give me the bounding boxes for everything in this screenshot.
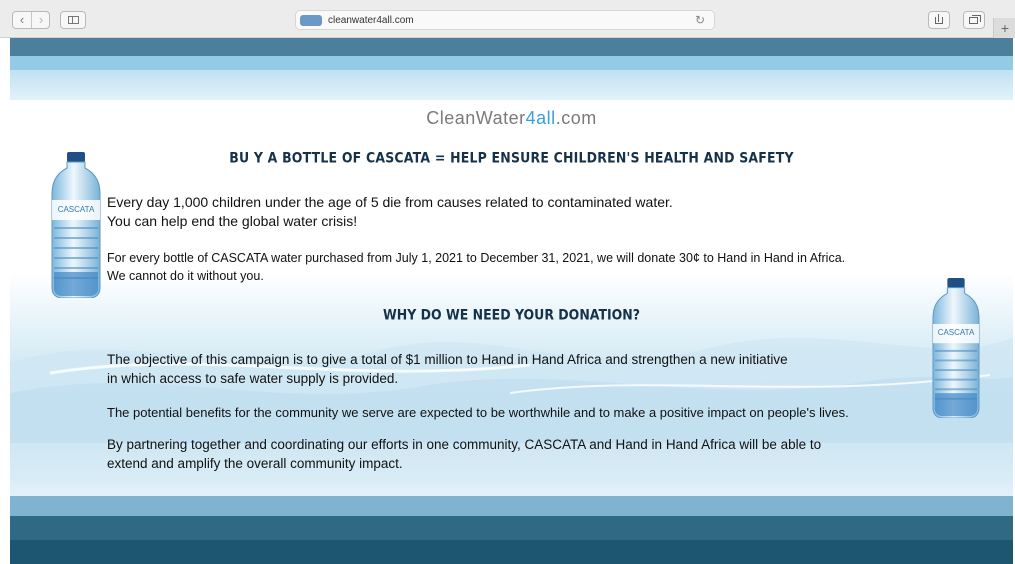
- site-title: CleanWater4all.com: [10, 108, 1013, 129]
- sidebar-icon: [68, 16, 79, 24]
- intro-paragraph: Every day 1,000 children under the age o…: [107, 193, 957, 231]
- forward-button[interactable]: ›: [32, 12, 50, 28]
- bottle-right-label: CASCATA: [937, 328, 975, 337]
- objective-line-1: The objective of this campaign is to giv…: [107, 352, 788, 367]
- chevron-right-icon: ›: [38, 12, 44, 27]
- objective-paragraph: The objective of this campaign is to giv…: [107, 350, 957, 388]
- chevron-left-icon: ‹: [19, 12, 25, 27]
- navigation-buttons: ‹ ›: [12, 11, 50, 29]
- partnering-line-1: By partnering together and coordinating …: [107, 437, 822, 452]
- water-bottle-right-image: [932, 278, 980, 418]
- bottle-left-label: CASCATA: [57, 205, 95, 214]
- why-heading: WHY DO WE NEED YOUR DONATION?: [383, 305, 640, 324]
- site-title-part: CleanWater: [426, 108, 526, 128]
- campaign-headline: BU Y A BOTTLE OF CASCATA = HELP ENSURE C…: [229, 148, 794, 167]
- reload-icon[interactable]: ↻: [695, 12, 705, 28]
- url-text: cleanwater4all.com: [328, 15, 414, 26]
- site-title-all: all: [536, 108, 556, 128]
- browser-toolbar: ‹ › cleanwater4all.com ↻ +: [0, 0, 1015, 38]
- share-arrow-icon: [938, 14, 939, 22]
- partnering-line-2: extend and amplify the overall community…: [107, 456, 403, 471]
- header-band-dark: [10, 38, 1013, 56]
- back-button[interactable]: ‹: [13, 12, 32, 28]
- objective-line-2: in which access to safe water supply is …: [107, 371, 399, 386]
- water-bottle-left-image: [51, 152, 101, 298]
- web-page: CleanWater4all.com BU Y A BOTTLE OF CASC…: [10, 38, 1013, 564]
- site-title-domain: .com: [555, 108, 597, 128]
- donation-line-2: We cannot do it without you.: [107, 269, 264, 283]
- plus-icon: +: [1000, 20, 1010, 36]
- show-tabs-button[interactable]: [963, 11, 985, 29]
- intro-line-1: Every day 1,000 children under the age o…: [107, 194, 673, 210]
- tabs-icon: [969, 17, 978, 24]
- footer-band-light: [10, 496, 1013, 516]
- new-tab-button[interactable]: +: [993, 18, 1015, 38]
- donation-line-1: For every bottle of CASCATA water purcha…: [107, 251, 846, 265]
- share-icon: [935, 17, 943, 24]
- header-band-fade: [10, 70, 1013, 100]
- footer-band-dark: [10, 540, 1013, 564]
- site-title-four: 4: [525, 108, 537, 128]
- intro-line-2: You can help end the global water crisis…: [107, 213, 358, 229]
- benefits-paragraph: The potential benefits for the community…: [107, 405, 849, 420]
- donation-paragraph: For every bottle of CASCATA water purcha…: [107, 249, 997, 285]
- footer-band-mid: [10, 516, 1013, 540]
- header-band-light: [10, 56, 1013, 70]
- address-bar[interactable]: cleanwater4all.com ↻: [295, 10, 715, 30]
- sidebar-toggle-button[interactable]: [60, 11, 86, 29]
- site-favicon-icon: [300, 15, 322, 26]
- share-button[interactable]: [928, 11, 950, 29]
- partnering-paragraph: By partnering together and coordinating …: [107, 435, 937, 473]
